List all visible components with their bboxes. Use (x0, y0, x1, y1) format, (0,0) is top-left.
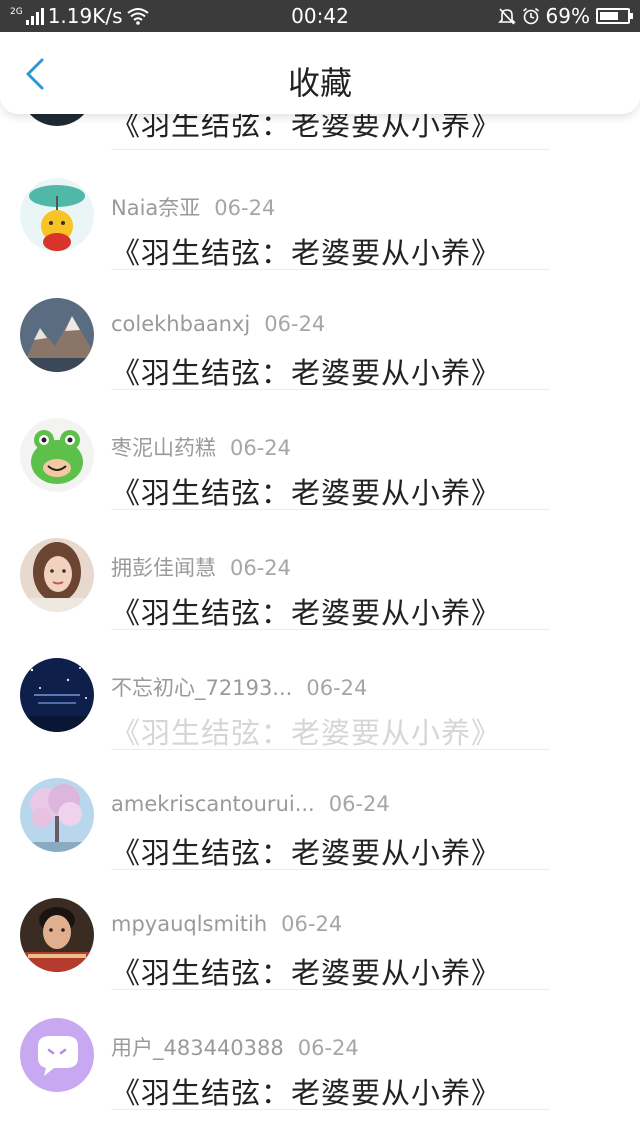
item-meta: mpyauqlsmitih 06-24 (111, 912, 342, 936)
item-date: 06-24 (230, 556, 292, 580)
list-item[interactable]: 枣泥山药糕 06-24 《羽生结弦：老婆要从小养》 (0, 390, 640, 510)
user-name[interactable]: colekhbaanxj (111, 312, 250, 336)
battery-percent: 69% (545, 4, 590, 28)
list-item[interactable]: 拥彭佳闻慧 06-24 《羽生结弦：老婆要从小养》 (0, 510, 640, 630)
item-date: 06-24 (306, 676, 368, 700)
item-meta: Naia奈亚 06-24 (111, 192, 275, 222)
mute-icon (497, 8, 516, 25)
mountain-avatar[interactable] (20, 298, 94, 372)
item-title[interactable]: 《羽生结弦：老婆要从小养》 (111, 710, 501, 752)
battery-level (600, 12, 618, 20)
list-item[interactable]: 用户_483440388 06-24 《羽生结弦：老婆要从小养》 (0, 990, 640, 1110)
list-item[interactable]: mpyauqlsmitih 06-24 《羽生结弦：老婆要从小养》 (0, 870, 640, 990)
chat-bubble-avatar[interactable] (20, 1018, 94, 1092)
user-name[interactable]: 不忘初心_72193... (111, 672, 292, 702)
night-sky-avatar[interactable] (20, 658, 94, 732)
status-right: 69% (497, 4, 633, 28)
item-date: 06-24 (264, 312, 326, 336)
item-date: 06-24 (281, 912, 343, 936)
item-meta: 用户_483440388 06-24 (111, 1032, 359, 1062)
item-title[interactable]: 《羽生结弦：老婆要从小养》 (111, 950, 501, 992)
status-bar: 2G 1.19K/s 00:42 69% (0, 0, 640, 32)
user-name[interactable]: amekriscantourui... (111, 792, 315, 816)
item-meta: 不忘初心_72193... 06-24 (111, 672, 367, 702)
item-date: 06-24 (230, 436, 292, 460)
item-meta: 拥彭佳闻慧 06-24 (111, 552, 291, 582)
favorites-list: 《羽生结弦：老婆要从小养》 Naia奈亚 06-24 《羽生结弦：老婆要从小养》 col… (0, 32, 640, 1110)
list-item[interactable]: amekriscantourui... 06-24 《羽生结弦：老婆要从小养》 (0, 750, 640, 870)
alarm-icon (522, 7, 539, 25)
item-date: 06-24 (214, 196, 276, 220)
item-title[interactable]: 《羽生结弦：老婆要从小养》 (111, 350, 501, 392)
user-name[interactable]: mpyauqlsmitih (111, 912, 267, 936)
portrait-avatar[interactable] (20, 538, 94, 612)
item-title[interactable]: 《羽生结弦：老婆要从小养》 (111, 230, 501, 272)
boy-avatar[interactable] (20, 898, 94, 972)
battery-icon (596, 8, 633, 24)
item-meta: colekhbaanxj 06-24 (111, 312, 325, 336)
nav-bar: 收藏 (0, 32, 640, 114)
item-date: 06-24 (328, 792, 390, 816)
page-title: 收藏 (287, 64, 352, 102)
item-date: 06-24 (297, 1036, 359, 1060)
user-name[interactable]: 拥彭佳闻慧 (111, 552, 216, 582)
bear-umbrella-avatar[interactable] (20, 178, 94, 252)
item-title[interactable]: 《羽生结弦：老婆要从小养》 (111, 1070, 501, 1112)
list-item[interactable]: 不忘初心_72193... 06-24 《羽生结弦：老婆要从小养》 (0, 630, 640, 750)
list-item[interactable]: colekhbaanxj 06-24 《羽生结弦：老婆要从小养》 (0, 270, 640, 390)
divider (111, 1109, 550, 1110)
blossom-tree-avatar[interactable] (20, 778, 94, 852)
user-name[interactable]: 用户_483440388 (111, 1032, 284, 1062)
item-title[interactable]: 《羽生结弦：老婆要从小养》 (111, 590, 501, 632)
item-meta: 枣泥山药糕 06-24 (111, 432, 291, 462)
user-name[interactable]: 枣泥山药糕 (111, 432, 216, 462)
item-title[interactable]: 《羽生结弦：老婆要从小养》 (111, 830, 501, 872)
user-name[interactable]: Naia奈亚 (111, 192, 200, 222)
list-item[interactable]: Naia奈亚 06-24 《羽生结弦：老婆要从小养》 (0, 150, 640, 270)
frog-avatar[interactable] (20, 418, 94, 492)
item-title[interactable]: 《羽生结弦：老婆要从小养》 (111, 470, 501, 512)
item-meta: amekriscantourui... 06-24 (111, 792, 390, 816)
